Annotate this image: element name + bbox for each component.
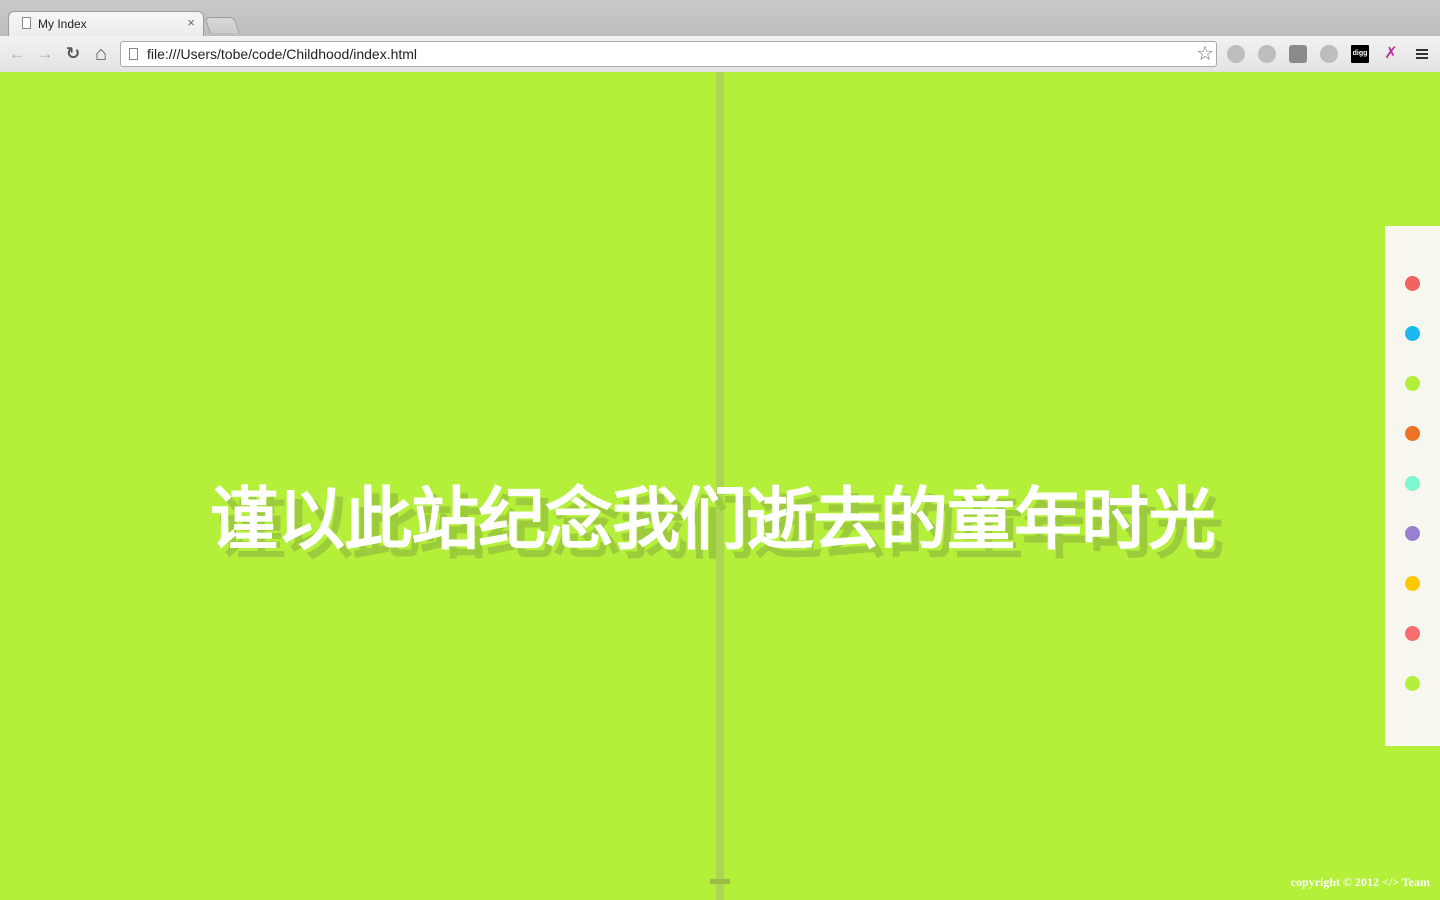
section-nav-dot[interactable] [1405, 376, 1420, 391]
forward-button[interactable]: → [34, 43, 56, 65]
section-nav-dot[interactable] [1405, 576, 1420, 591]
page-headline: 谨以此站纪念我们逝去的童年时光 [210, 480, 1216, 560]
browser-chrome: My Index × ← → ↻ ⌂ file:///Users/tobe/co… [0, 0, 1440, 72]
section-nav-panel [1385, 226, 1440, 746]
copyright-text: copyright © 2012 </> Team [1290, 875, 1430, 889]
reload-button[interactable]: ↻ [62, 43, 84, 65]
back-button[interactable]: ← [6, 43, 28, 65]
url-text: file:///Users/tobe/code/Childhood/index.… [147, 46, 418, 62]
section-nav-dot[interactable] [1405, 476, 1420, 491]
section-nav-dot[interactable] [1405, 676, 1420, 691]
download-icon[interactable] [1320, 45, 1338, 63]
home-button[interactable]: ⌂ [90, 43, 112, 65]
section-nav-dot[interactable] [1405, 626, 1420, 641]
page-icon [22, 17, 31, 29]
tab-title: My Index [38, 17, 87, 31]
menu-icon[interactable] [1413, 45, 1431, 63]
bug-icon[interactable] [1289, 45, 1307, 63]
page-viewport: 谨以此站纪念我们逝去的童年时光 copyright © 2012 </> Tea… [0, 72, 1440, 900]
close-tab-icon[interactable]: × [187, 15, 195, 30]
section-nav-dot[interactable] [1405, 526, 1420, 541]
globe-icon[interactable] [1227, 45, 1245, 63]
v-icon[interactable] [1258, 45, 1276, 63]
tab-strip: My Index × [0, 0, 1440, 36]
digg-icon[interactable]: digg [1351, 45, 1369, 63]
section-nav-dot[interactable] [1405, 326, 1420, 341]
address-bar[interactable]: file:///Users/tobe/code/Childhood/index.… [120, 41, 1217, 67]
page-icon [129, 48, 138, 60]
scroll-handle[interactable] [710, 879, 730, 884]
bow-icon[interactable]: ✗ [1382, 45, 1400, 63]
toolbar: ← → ↻ ⌂ file:///Users/tobe/code/Childhoo… [0, 36, 1440, 72]
tab-my-index[interactable]: My Index × [8, 11, 204, 36]
new-tab-button[interactable] [204, 17, 240, 33]
section-nav-dot[interactable] [1405, 276, 1420, 291]
section-nav-dot[interactable] [1405, 426, 1420, 441]
bookmark-star-icon[interactable]: ☆ [1196, 41, 1214, 66]
